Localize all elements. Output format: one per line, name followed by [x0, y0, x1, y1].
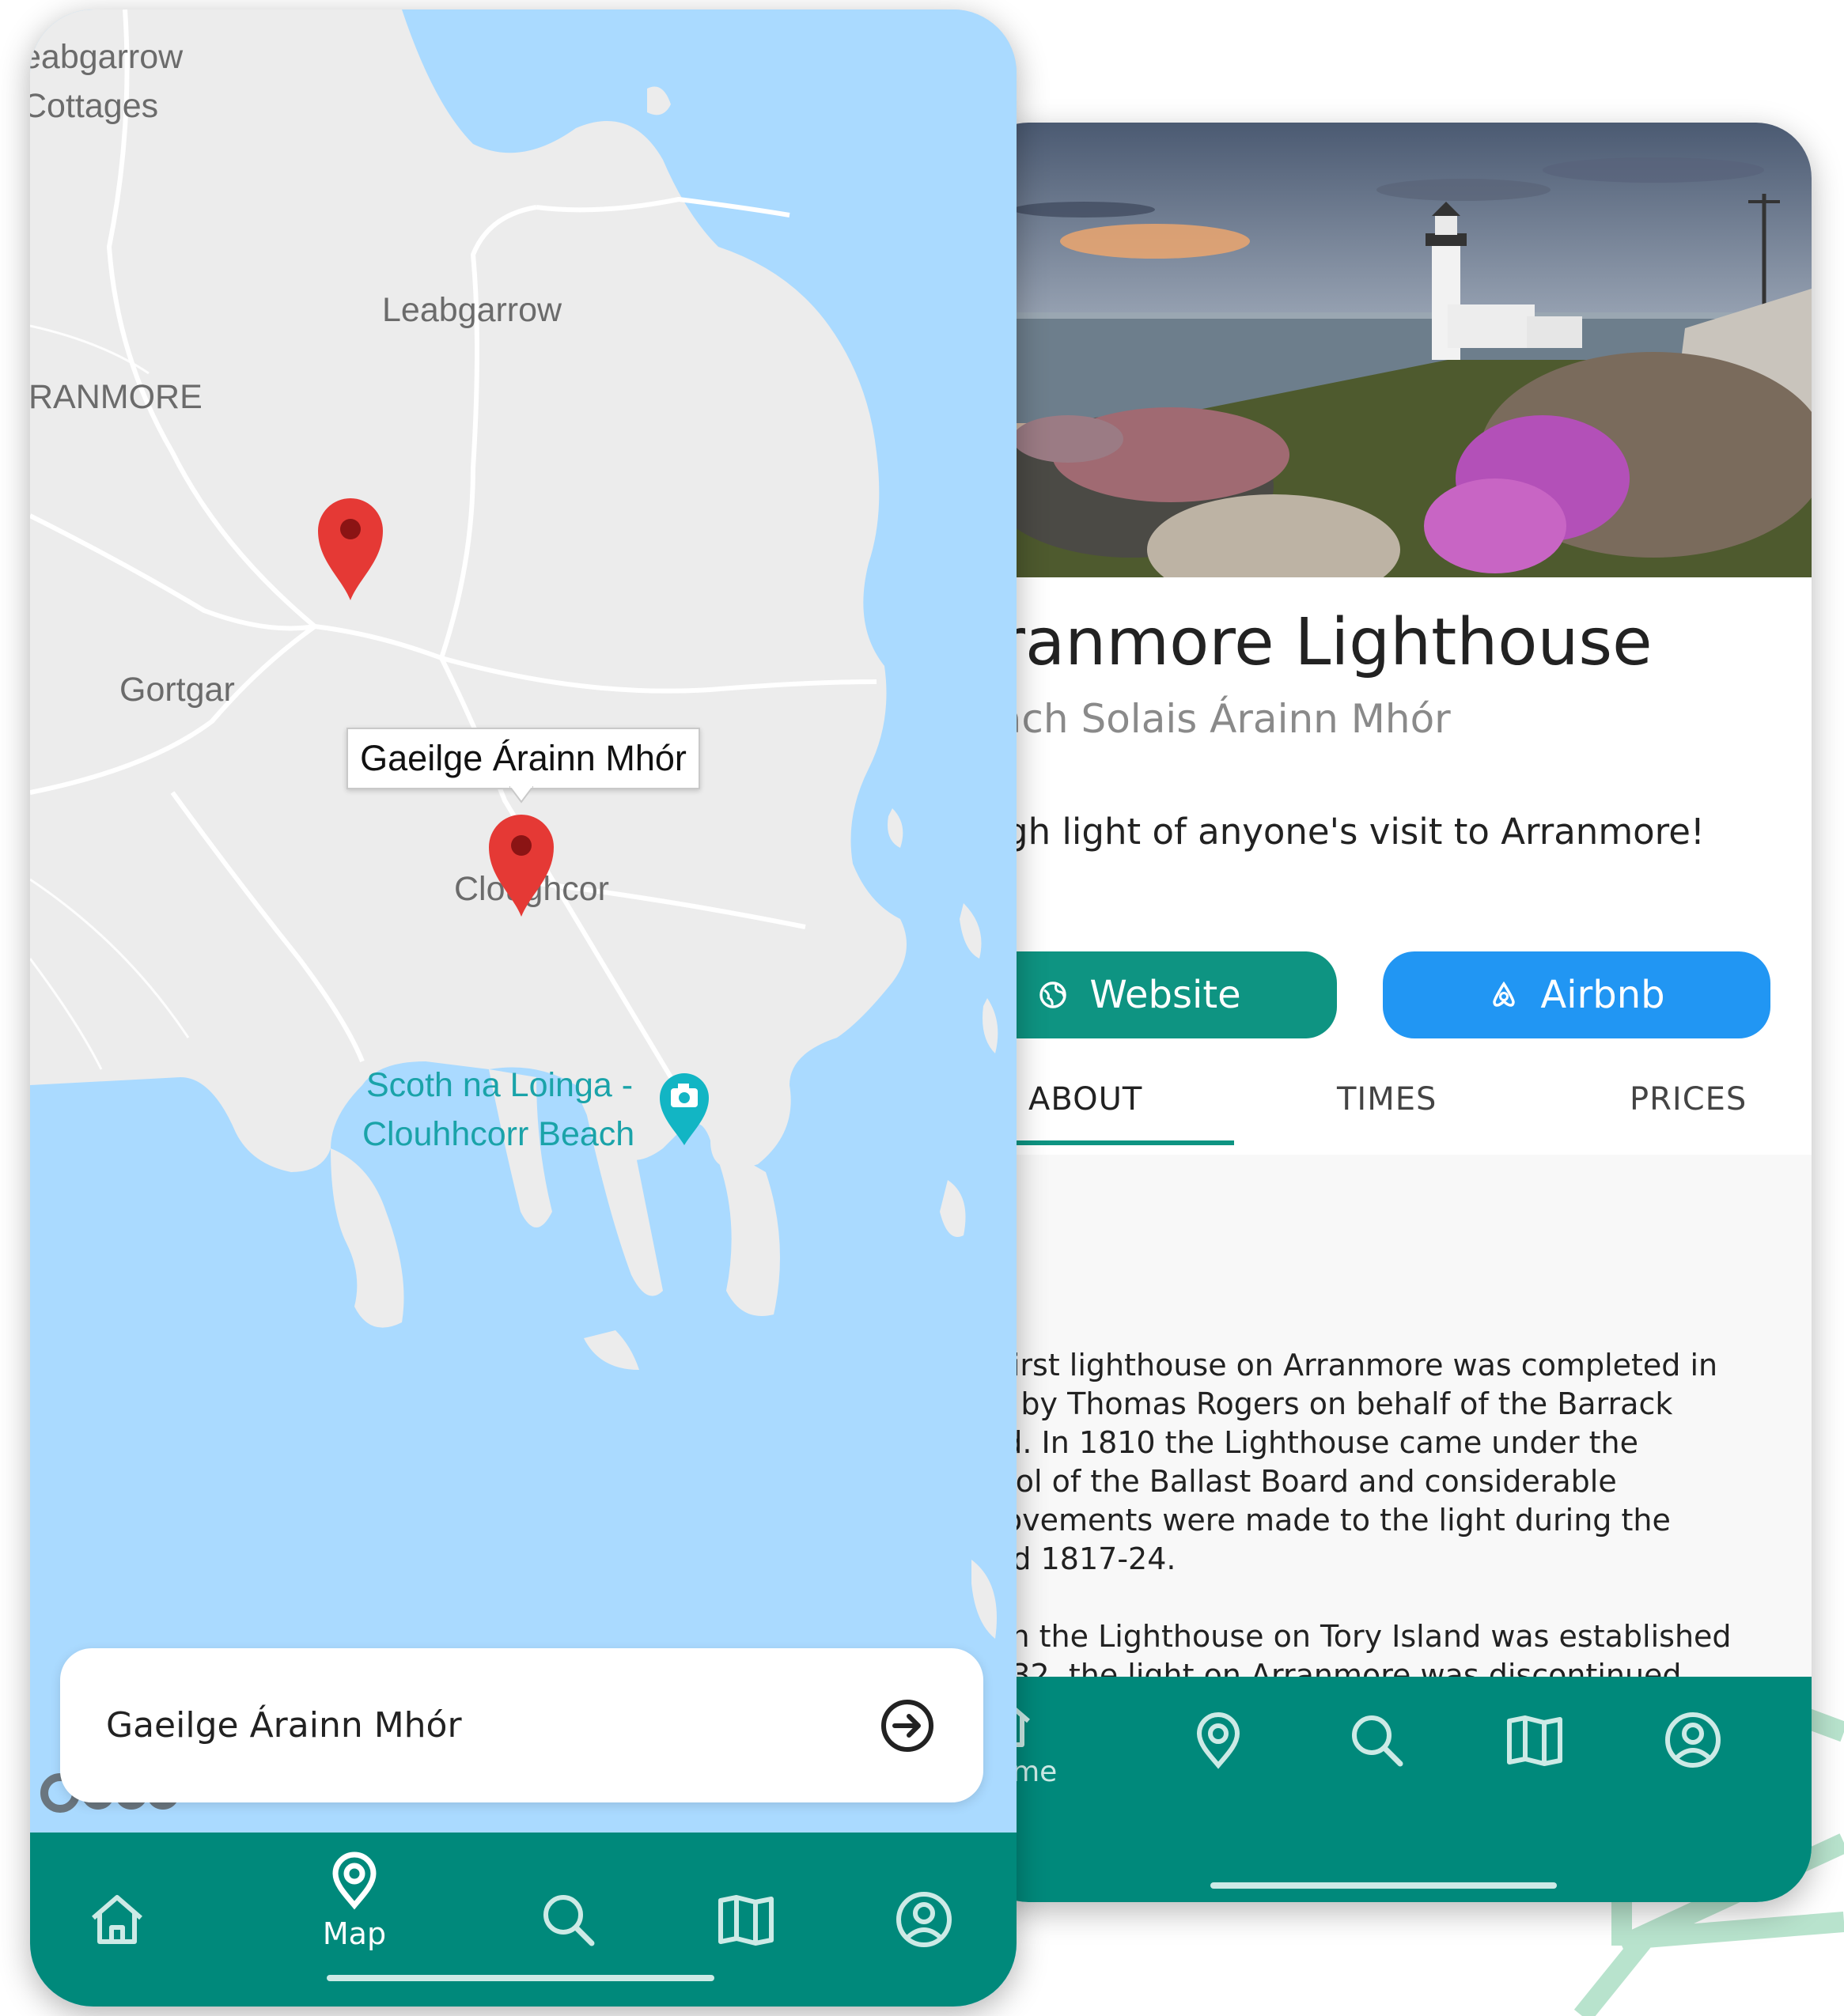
website-button-label: Website: [1089, 973, 1241, 1017]
nav-home[interactable]: [85, 1888, 149, 1954]
tab-times[interactable]: TIMES: [1337, 1044, 1437, 1155]
camera-poi-icon[interactable]: [657, 1069, 712, 1148]
map-label-leabgarrow-cottages-1: eabgarrow: [30, 38, 184, 76]
nav-guide[interactable]: [1503, 1708, 1566, 1775]
bottom-navigation: Map: [30, 1833, 1017, 2007]
map-label-leabgarrow-cottages-2: Cottages: [30, 87, 159, 125]
map-pin-icon: [1196, 1712, 1240, 1769]
location-pin-icon[interactable]: [316, 496, 384, 602]
home-indicator: [327, 1975, 714, 1981]
map-pin-icon: [332, 1851, 377, 1910]
book-icon: [1507, 1715, 1562, 1766]
selected-place-card[interactable]: Gaeilge Árainn Mhór: [60, 1648, 983, 1802]
map-label-arranmore: RANMORE: [30, 378, 203, 416]
tab-about[interactable]: ABOUT: [1028, 1044, 1142, 1155]
nav-map[interactable]: Map: [307, 1848, 402, 1951]
airbnb-icon: [1493, 981, 1516, 1007]
lighthouse-hero-image: [973, 123, 1812, 577]
book-icon: [718, 1895, 774, 1946]
profile-icon: [1665, 1712, 1721, 1768]
nav-guide[interactable]: [714, 1888, 778, 1954]
about-paragraph-1: e first lighthouse on Arranmore was comp…: [973, 1348, 1718, 1576]
nav-profile[interactable]: [1661, 1708, 1725, 1775]
selected-location-pin-icon[interactable]: [487, 812, 555, 918]
map-label-gortgar: Gortgar: [119, 671, 235, 709]
nav-profile[interactable]: [892, 1888, 956, 1954]
profile-icon: [896, 1892, 952, 1947]
nav-map[interactable]: [1187, 1708, 1250, 1775]
globe-icon: [1039, 982, 1067, 1008]
popup-pointer: [509, 786, 533, 804]
website-button[interactable]: Website: [973, 951, 1337, 1038]
bottom-navigation: Home: [973, 1677, 1812, 1902]
place-tagline: high light of anyone's visit to Arranmor…: [973, 811, 1705, 853]
arrow-right-circle-icon[interactable]: [879, 1697, 936, 1754]
map-label-beach-1[interactable]: Scoth na Loinga -: [366, 1066, 633, 1105]
search-icon: [543, 1895, 595, 1946]
search-icon: [1352, 1715, 1403, 1767]
map-screen: eabgarrow Cottages Leabgarrow RANMORE Go…: [30, 9, 1017, 2007]
place-title: rranmore Lighthouse: [973, 605, 1653, 680]
map-marker-popup[interactable]: Gaeilge Árainn Mhór: [346, 728, 700, 789]
home-indicator: [1210, 1882, 1557, 1889]
nav-search[interactable]: [536, 1888, 600, 1954]
airbnb-button-label: Airbnb: [1540, 973, 1665, 1017]
lighthouse-detail-screen: rranmore Lighthouse each Solais Árainn M…: [973, 123, 1812, 1902]
place-irish-name: each Solais Árainn Mhór: [973, 696, 1451, 742]
home-icon: [92, 1895, 142, 1944]
nav-map-label: Map: [322, 1916, 387, 1951]
map-label-leabgarrow: Leabgarrow: [382, 291, 562, 329]
map-label-beach-2[interactable]: Clouhhcorr Beach: [362, 1115, 634, 1154]
tab-prices[interactable]: PRICES: [1630, 1044, 1747, 1155]
nav-search[interactable]: [1345, 1708, 1408, 1775]
about-content[interactable]: e first lighthouse on Arranmore was comp…: [973, 1155, 1812, 1740]
selected-place-title: Gaeilge Árainn Mhór: [106, 1705, 462, 1746]
airbnb-button[interactable]: Airbnb: [1383, 951, 1770, 1038]
